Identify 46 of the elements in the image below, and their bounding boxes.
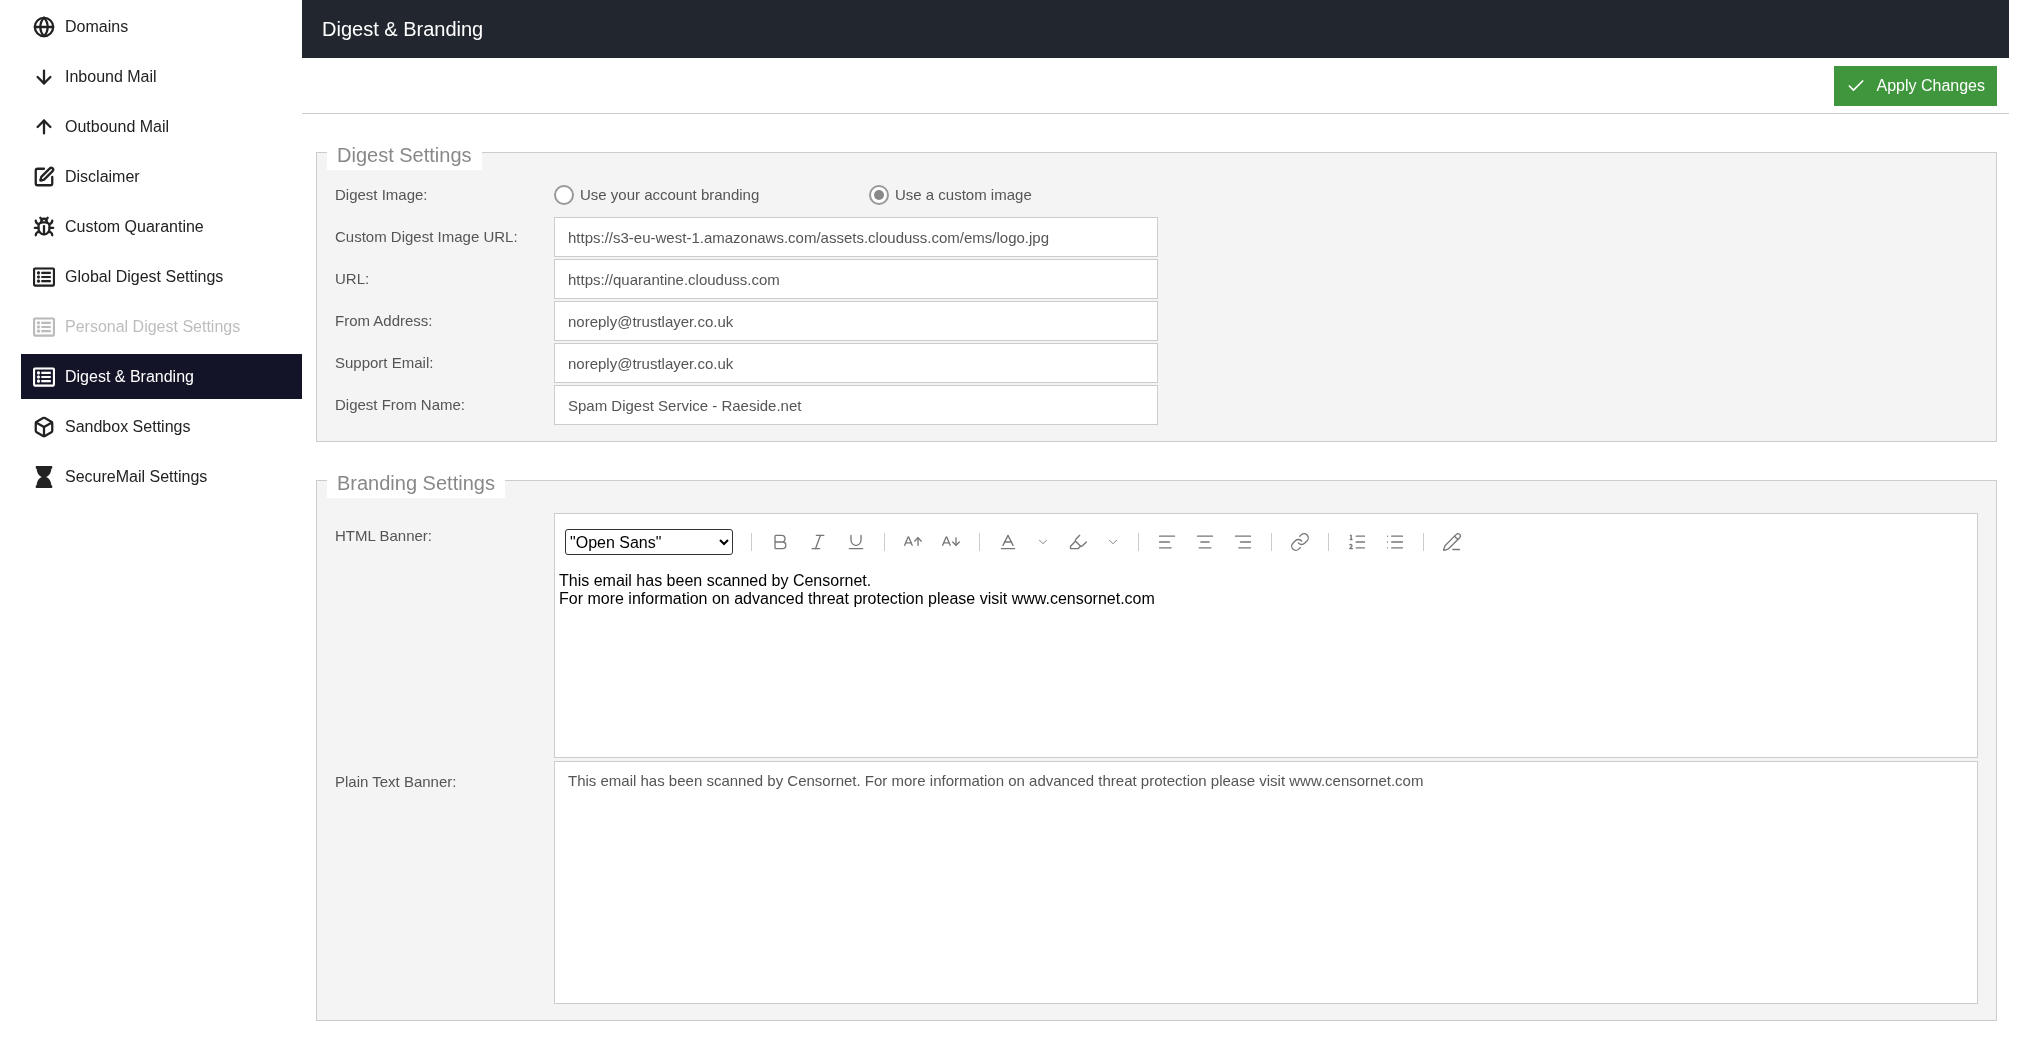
highlight-icon[interactable] <box>1068 532 1088 552</box>
text-color-icon[interactable] <box>998 532 1018 552</box>
globe-icon <box>33 15 55 38</box>
hourglass-icon <box>33 465 55 488</box>
list-icon <box>33 365 55 388</box>
radio-label: Use your account branding <box>580 184 760 205</box>
edit-icon <box>33 165 55 188</box>
font-select[interactable]: "Open Sans" <box>565 529 733 555</box>
bug-icon <box>33 215 55 238</box>
rich-text-editor[interactable]: "Open Sans" This email has been scanned by Censornet. For more information on advanced threat protection please visit www.censornet.com <box>554 513 1978 758</box>
underline-icon[interactable] <box>846 532 866 552</box>
numbered-list-icon[interactable] <box>1347 532 1367 552</box>
field-label: Digest Image: <box>335 184 429 205</box>
cube-icon <box>33 415 55 438</box>
input-field[interactable]: https://s3-eu-west-1.amazonaws.com/assets.clouduss.com/ems/logo.jpg <box>554 217 1158 257</box>
sidebar-item[interactable]: Outbound Mail <box>21 104 302 149</box>
list-icon <box>33 315 55 338</box>
radio-button[interactable] <box>554 185 574 205</box>
link-icon[interactable] <box>1290 532 1310 552</box>
sidebar-item[interactable]: Domains <box>21 4 302 49</box>
code-edit-icon[interactable] <box>1442 532 1462 552</box>
field-label: Digest From Name: <box>335 394 467 415</box>
sidebar-item[interactable]: Disclaimer <box>21 154 302 199</box>
input-field[interactable]: Spam Digest Service - Raeside.net <box>554 385 1158 425</box>
sidebar-item[interactable]: Custom Quarantine <box>21 204 302 249</box>
page-header: Digest & Branding <box>302 0 2009 58</box>
input-field[interactable]: noreply@trustlayer.co.uk <box>554 343 1158 383</box>
field-label: Plain Text Banner: <box>335 772 458 792</box>
field-label: Support Email: <box>335 352 435 373</box>
input-field[interactable]: https://quarantine.clouduss.com <box>554 259 1158 299</box>
field-label: HTML Banner: <box>335 526 433 546</box>
sidebar-item[interactable]: SecureMail Settings <box>21 454 302 499</box>
sidebar-item[interactable]: Global Digest Settings <box>21 254 302 299</box>
list-icon <box>33 265 55 288</box>
plain-text-field[interactable]: This email has been scanned by Censornet. For more information on advanced threat protection please visit www.censornet.com <box>554 761 1978 1004</box>
sidebar-item[interactable]: Digest & Branding <box>21 354 302 399</box>
radio-button[interactable] <box>869 185 889 205</box>
field-label: URL: <box>335 268 371 289</box>
radio-label: Use a custom image <box>895 184 1032 205</box>
sidebar-item[interactable]: Sandbox Settings <box>21 404 302 449</box>
field-label: Custom Digest Image URL: <box>335 226 519 247</box>
sidebar-item[interactable]: Inbound Mail <box>21 54 302 99</box>
banner-html-text: This email has been scanned by Censornet. For more information on advanced threat protection please visit www.censornet.com <box>559 571 1156 608</box>
input-field[interactable]: noreply@trustlayer.co.uk <box>554 301 1158 341</box>
field-label: From Address: <box>335 310 434 331</box>
apply-changes-button[interactable]: Apply Changes <box>1834 65 1997 106</box>
